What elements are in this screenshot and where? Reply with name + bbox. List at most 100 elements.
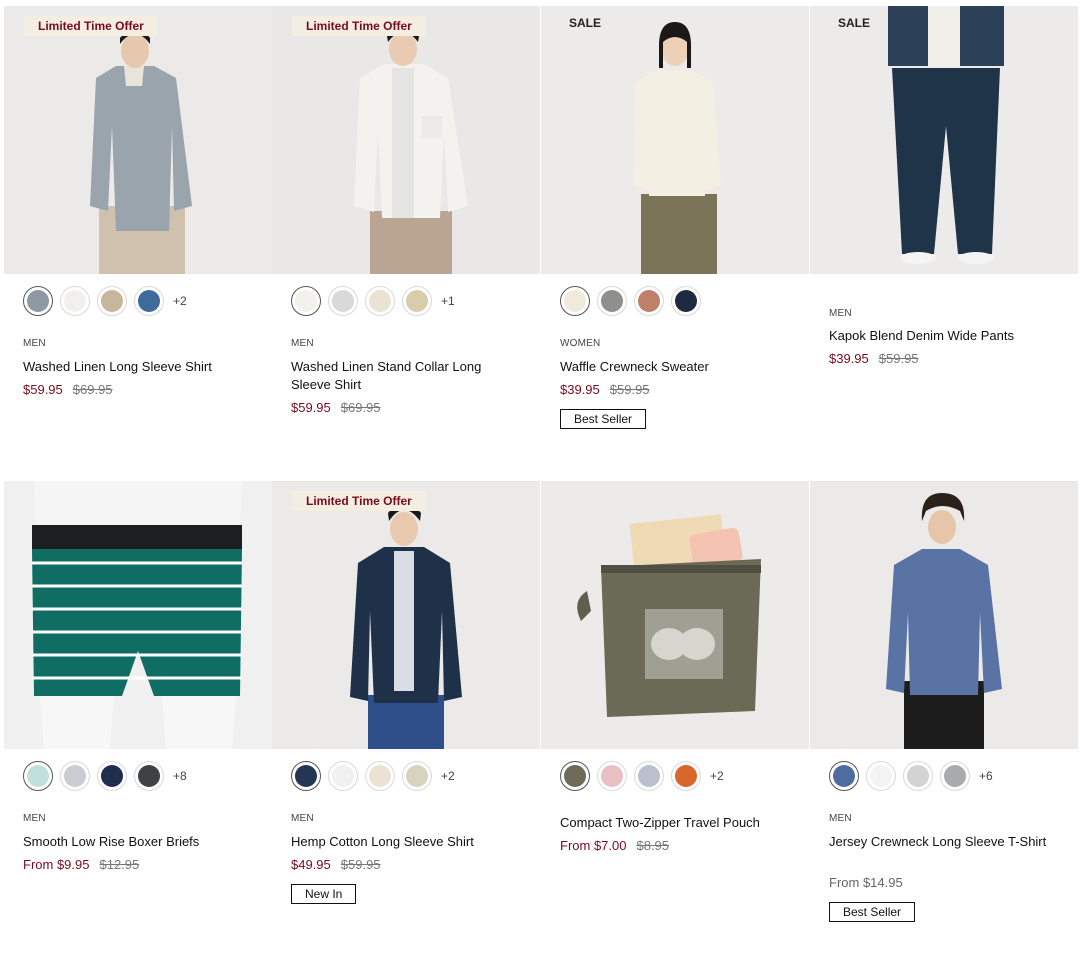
swatch-fill <box>870 765 892 787</box>
product-card[interactable]: Limited Time Offer +1 MEN Washed Linen S… <box>272 6 540 415</box>
color-swatches: +6 <box>829 759 993 793</box>
product-card[interactable]: +2 Compact Two-Zipper Travel Pouch From … <box>541 481 809 853</box>
product-price: $59.95 $69.95 <box>23 382 113 397</box>
product-title[interactable]: Washed Linen Long Sleeve Shirt <box>23 358 253 376</box>
color-swatch[interactable] <box>597 286 627 316</box>
product-card[interactable]: SALE MEN Kapok Blend Denim Wide Pants $3… <box>810 6 1078 366</box>
color-swatch[interactable] <box>365 286 395 316</box>
color-swatch[interactable] <box>560 286 590 316</box>
color-swatches <box>560 284 708 318</box>
swatch-fill <box>564 290 586 312</box>
original-price: $59.95 <box>340 857 381 872</box>
color-swatch[interactable] <box>866 761 896 791</box>
product-image[interactable]: SALE <box>810 6 1078 274</box>
sale-price: From $9.95 <box>23 857 90 872</box>
color-swatch[interactable] <box>134 286 164 316</box>
swatch-fill <box>638 290 660 312</box>
product-title[interactable]: Washed Linen Stand Collar Long Sleeve Sh… <box>291 358 521 393</box>
color-swatch[interactable] <box>829 761 859 791</box>
swatch-fill <box>138 290 160 312</box>
sale-badge: SALE <box>569 16 602 30</box>
sale-price: $59.95 <box>23 382 63 397</box>
swatch-fill <box>295 765 317 787</box>
product-card[interactable]: Limited Time Offer +2 MEN Hemp Cotton Lo… <box>272 481 540 904</box>
color-swatch[interactable] <box>402 286 432 316</box>
product-card[interactable]: +6 MEN Jersey Crewneck Long Sleeve T-Shi… <box>810 481 1078 922</box>
product-card[interactable]: Limited Time Offer +2 MEN Washed Linen L… <box>4 6 272 397</box>
color-swatch[interactable] <box>23 761 53 791</box>
product-card[interactable]: +8 MEN Smooth Low Rise Boxer Briefs From… <box>4 481 272 872</box>
more-colors-count[interactable]: +2 <box>173 294 187 308</box>
more-colors-count[interactable]: +2 <box>441 769 455 783</box>
color-swatch[interactable] <box>671 286 701 316</box>
color-swatch[interactable] <box>291 286 321 316</box>
color-swatch[interactable] <box>134 761 164 791</box>
product-image[interactable] <box>810 481 1078 749</box>
swatch-fill <box>406 290 428 312</box>
swatch-fill <box>369 290 391 312</box>
color-swatch[interactable] <box>60 761 90 791</box>
regular-price: From $14.95 <box>829 875 903 890</box>
product-image[interactable]: SALE <box>541 6 809 274</box>
product-title[interactable]: Smooth Low Rise Boxer Briefs <box>23 833 253 851</box>
product-category: MEN <box>23 813 46 824</box>
sale-price: $39.95 <box>829 351 869 366</box>
color-swatch[interactable] <box>23 286 53 316</box>
color-swatch[interactable] <box>940 761 970 791</box>
color-swatch[interactable] <box>560 761 590 791</box>
more-colors-count[interactable]: +2 <box>710 769 724 783</box>
limited-offer-badge: Limited Time Offer <box>292 16 426 36</box>
product-title[interactable]: Compact Two-Zipper Travel Pouch <box>560 814 790 832</box>
color-swatches: +1 <box>291 284 455 318</box>
sale-price: $59.95 <box>291 400 331 415</box>
product-photo <box>4 481 272 749</box>
best-seller-tag: Best Seller <box>829 902 916 922</box>
product-title[interactable]: Waffle Crewneck Sweater <box>560 358 790 376</box>
sale-price: From $7.00 <box>560 838 627 853</box>
swatch-fill <box>833 765 855 787</box>
color-swatch[interactable] <box>291 761 321 791</box>
product-title[interactable]: Kapok Blend Denim Wide Pants <box>829 327 1059 345</box>
color-swatch[interactable] <box>97 286 127 316</box>
product-price: From $14.95 <box>829 875 903 890</box>
color-swatches: +2 <box>23 284 187 318</box>
new-in-tag: New In <box>291 884 357 904</box>
product-image[interactable]: Limited Time Offer <box>272 481 540 749</box>
color-swatch[interactable] <box>402 761 432 791</box>
color-swatch[interactable] <box>671 761 701 791</box>
limited-offer-badge: Limited Time Offer <box>292 491 426 511</box>
product-title[interactable]: Jersey Crewneck Long Sleeve T-Shirt <box>829 833 1059 851</box>
product-title[interactable]: Hemp Cotton Long Sleeve Shirt <box>291 833 521 851</box>
product-image[interactable] <box>4 481 272 749</box>
original-price: $59.95 <box>878 351 919 366</box>
original-price: $69.95 <box>72 382 113 397</box>
color-swatch[interactable] <box>365 761 395 791</box>
swatch-fill <box>601 765 623 787</box>
original-price: $69.95 <box>340 400 381 415</box>
sale-price: $49.95 <box>291 857 331 872</box>
color-swatch[interactable] <box>903 761 933 791</box>
color-swatch[interactable] <box>634 761 664 791</box>
product-category: MEN <box>829 813 852 824</box>
color-swatch[interactable] <box>634 286 664 316</box>
color-swatch[interactable] <box>60 286 90 316</box>
color-swatch[interactable] <box>97 761 127 791</box>
product-card[interactable]: SALE WOMEN Waffle Crewneck Sweater $39.9… <box>541 6 809 429</box>
color-swatch[interactable] <box>328 761 358 791</box>
more-colors-count[interactable]: +6 <box>979 769 993 783</box>
product-image[interactable] <box>541 481 809 749</box>
product-photo <box>810 481 1078 749</box>
swatch-fill <box>601 290 623 312</box>
product-image[interactable]: Limited Time Offer <box>4 6 272 274</box>
product-photo <box>541 481 809 749</box>
color-swatch[interactable] <box>597 761 627 791</box>
more-colors-count[interactable]: +8 <box>173 769 187 783</box>
product-price: From $7.00 $8.95 <box>560 838 669 853</box>
product-photo <box>541 6 809 274</box>
product-image[interactable]: Limited Time Offer <box>272 6 540 274</box>
swatch-fill <box>907 765 929 787</box>
more-colors-count[interactable]: +1 <box>441 294 455 308</box>
swatch-fill <box>675 765 697 787</box>
color-swatch[interactable] <box>328 286 358 316</box>
product-price: $49.95 $59.95 <box>291 857 381 872</box>
